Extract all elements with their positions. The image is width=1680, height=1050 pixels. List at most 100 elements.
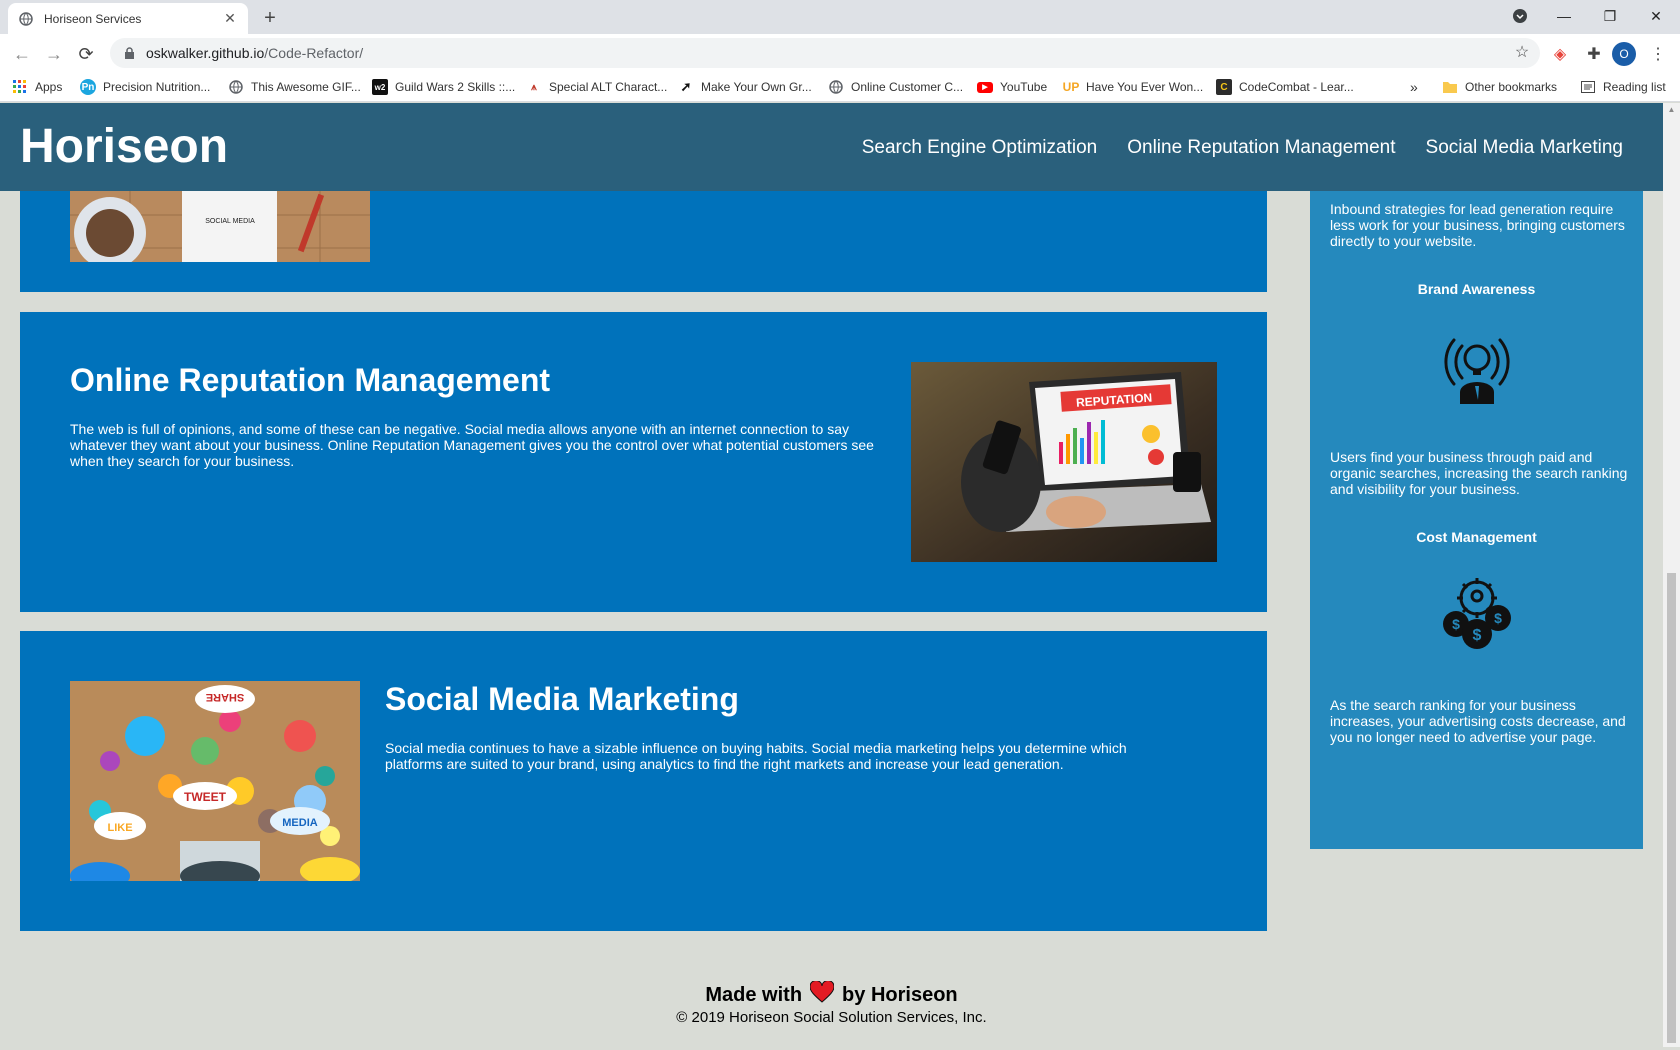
cost-management-text: As the search ranking for your business … bbox=[1330, 697, 1626, 745]
reputation-body: The web is full of opinions, and some of… bbox=[70, 421, 874, 469]
svg-text:$: $ bbox=[1494, 610, 1502, 626]
tweet-bubble-text: TWEET bbox=[184, 790, 227, 804]
minimize-icon[interactable]: — bbox=[1541, 0, 1587, 32]
lock-icon bbox=[122, 46, 136, 60]
menu-kebab-icon[interactable]: ⋮ bbox=[1646, 42, 1670, 66]
globe-icon bbox=[228, 79, 244, 95]
bookmark-make-your-own[interactable]: ➚ Make Your Own Gr... bbox=[678, 78, 812, 96]
profile-avatar[interactable]: O bbox=[1612, 42, 1636, 66]
reputation-image: REPUTATION bbox=[911, 362, 1217, 562]
made-with-prefix: Made with bbox=[705, 983, 803, 1006]
benefits-sidebar: Inbound strategies for lead generation r… bbox=[1310, 191, 1643, 849]
bookmark-label: Make Your Own Gr... bbox=[701, 80, 812, 94]
pn-icon: Pn bbox=[80, 79, 96, 95]
bookmark-label: Special ALT Charact... bbox=[549, 80, 668, 94]
reload-icon[interactable]: ⟳ bbox=[72, 40, 100, 68]
address-bar[interactable]: oskwalker.github.io/Code-Refactor/ bbox=[110, 38, 1540, 68]
bookmark-label: Apps bbox=[35, 80, 63, 94]
forward-icon[interactable]: → bbox=[40, 40, 68, 68]
bookmarks-overflow-button[interactable]: » bbox=[1410, 78, 1418, 96]
copyright-text: © 2019 Horiseon Social Solution Services… bbox=[676, 1009, 987, 1026]
url-host: oskwalker.github.io bbox=[146, 45, 265, 61]
folder-icon bbox=[1442, 79, 1458, 95]
bookmark-label: This Awesome GIF... bbox=[251, 80, 361, 94]
other-bookmarks-folder[interactable]: Other bookmarks bbox=[1442, 78, 1557, 96]
restore-icon[interactable]: ❐ bbox=[1587, 0, 1633, 32]
main-nav: Search Engine Optimization Online Reputa… bbox=[862, 137, 1623, 159]
codecombat-icon: C bbox=[1216, 79, 1232, 95]
tab-title: Horiseon Services bbox=[44, 11, 142, 26]
back-icon[interactable]: ← bbox=[8, 40, 36, 68]
like-bubble-text: LIKE bbox=[107, 822, 132, 834]
site-header: Horiseon Search Engine Optimization Onli… bbox=[0, 103, 1663, 191]
reading-list-icon bbox=[1580, 79, 1596, 95]
globe-icon bbox=[828, 79, 844, 95]
bookmark-label: Reading list bbox=[1603, 80, 1666, 94]
brand-awareness-text: Users find your business through paid an… bbox=[1330, 449, 1628, 497]
bookmark-guild-wars[interactable]: w2 Guild Wars 2 Skills ::... bbox=[372, 78, 515, 96]
youtube-icon: ▶ bbox=[977, 81, 993, 93]
bookmark-special-alt[interactable]: ⩚ Special ALT Charact... bbox=[526, 78, 667, 96]
site-logo[interactable]: Horiseon bbox=[20, 119, 228, 174]
page-scrollbar[interactable]: ▲ bbox=[1663, 103, 1680, 1047]
alt-icon: ⩚ bbox=[531, 81, 537, 93]
nav-link-social-media[interactable]: Social Media Marketing bbox=[1426, 137, 1623, 159]
bookmark-online-customer[interactable]: Online Customer C... bbox=[828, 78, 963, 96]
page-viewport: SOCIAL MEDIA Horiseon Search Engine Opti… bbox=[0, 103, 1680, 1047]
nav-link-reputation[interactable]: Online Reputation Management bbox=[1127, 137, 1395, 159]
heart-icon bbox=[809, 980, 835, 1009]
social-media-card: SHARE TWEET LIKE MEDIA Social Media Mark… bbox=[20, 631, 1267, 931]
bookmark-youtube[interactable]: ▶ YouTube bbox=[977, 78, 1047, 96]
social-media-body: Social media continues to have a sizable… bbox=[385, 740, 1127, 772]
extension-share-icon[interactable]: ◈ bbox=[1548, 42, 1572, 66]
bookmark-label: Other bookmarks bbox=[1465, 80, 1558, 94]
social-media-image: SHARE TWEET LIKE MEDIA bbox=[70, 681, 360, 881]
bookmark-label: CodeCombat - Lear... bbox=[1239, 80, 1354, 94]
cost-management-title: Cost Management bbox=[1416, 529, 1537, 545]
reputation-card: Online Reputation Management The web is … bbox=[20, 312, 1267, 612]
bookmark-label: Precision Nutrition... bbox=[103, 80, 211, 94]
gw2-icon: w2 bbox=[372, 79, 388, 95]
scrollbar-thumb[interactable] bbox=[1667, 573, 1676, 1043]
seo-image-caption: SOCIAL MEDIA bbox=[205, 218, 255, 225]
bookmark-precision-nutrition[interactable]: Pn Precision Nutrition... bbox=[80, 78, 210, 96]
apps-grid-icon bbox=[12, 79, 28, 95]
social-media-title: Social Media Marketing bbox=[385, 681, 739, 717]
made-with-line: Made with by Horiseon bbox=[0, 980, 1663, 1009]
bookmark-label: Have You Ever Won... bbox=[1086, 80, 1204, 94]
bookmark-label: Online Customer C... bbox=[851, 80, 964, 94]
close-window-icon[interactable]: ✕ bbox=[1633, 0, 1679, 32]
media-bubble-text: MEDIA bbox=[282, 817, 318, 829]
browser-tab[interactable]: Horiseon Services ✕ bbox=[8, 3, 248, 34]
svg-text:$: $ bbox=[1473, 627, 1482, 644]
brand-awareness-title: Brand Awareness bbox=[1417, 281, 1536, 297]
browser-tab-strip: Horiseon Services ✕ + — ❐ ✕ bbox=[0, 0, 1680, 34]
bookmark-apps[interactable]: Apps bbox=[12, 78, 62, 96]
lead-generation-text: Inbound strategies for lead generation r… bbox=[1330, 201, 1625, 249]
bookmark-label: Guild Wars 2 Skills ::... bbox=[395, 80, 516, 94]
nav-link-seo[interactable]: Search Engine Optimization bbox=[862, 137, 1098, 159]
extensions-puzzle-icon[interactable]: ✚ bbox=[1582, 42, 1606, 66]
scroll-up-icon[interactable]: ▲ bbox=[1667, 105, 1676, 115]
share-bubble-text: SHARE bbox=[206, 691, 245, 703]
brand-awareness-icon bbox=[1438, 326, 1516, 404]
bookmarks-bar: Apps Pn Precision Nutrition... This Awes… bbox=[0, 72, 1680, 102]
tab-search-icon[interactable] bbox=[1497, 0, 1543, 32]
made-with-suffix: by Horiseon bbox=[842, 983, 958, 1006]
close-tab-icon[interactable]: ✕ bbox=[222, 10, 238, 27]
bookmark-awesome-gif[interactable]: This Awesome GIF... bbox=[228, 78, 361, 96]
reading-list-button[interactable]: Reading list bbox=[1580, 78, 1666, 96]
new-tab-icon[interactable]: + bbox=[258, 6, 282, 30]
globe-icon bbox=[18, 11, 34, 27]
url-path: /Code-Refactor/ bbox=[264, 45, 364, 61]
bookmark-label: YouTube bbox=[1000, 80, 1048, 94]
bookmark-codecombat[interactable]: C CodeCombat - Lear... bbox=[1216, 78, 1354, 96]
rocket-icon: ➚ bbox=[680, 79, 692, 94]
reputation-title: Online Reputation Management bbox=[70, 362, 551, 398]
cost-management-icon: $ $ $ bbox=[1438, 574, 1516, 652]
bookmark-star-icon[interactable]: ☆ bbox=[1510, 40, 1534, 64]
site-footer: Made with by Horiseon © 2019 Horiseon So… bbox=[0, 980, 1663, 1026]
bookmark-have-you-ever[interactable]: UP Have You Ever Won... bbox=[1062, 78, 1204, 96]
up-icon: UP bbox=[1062, 80, 1080, 94]
browser-toolbar: ← → ⟳ oskwalker.github.io/Code-Refactor/… bbox=[0, 34, 1680, 72]
